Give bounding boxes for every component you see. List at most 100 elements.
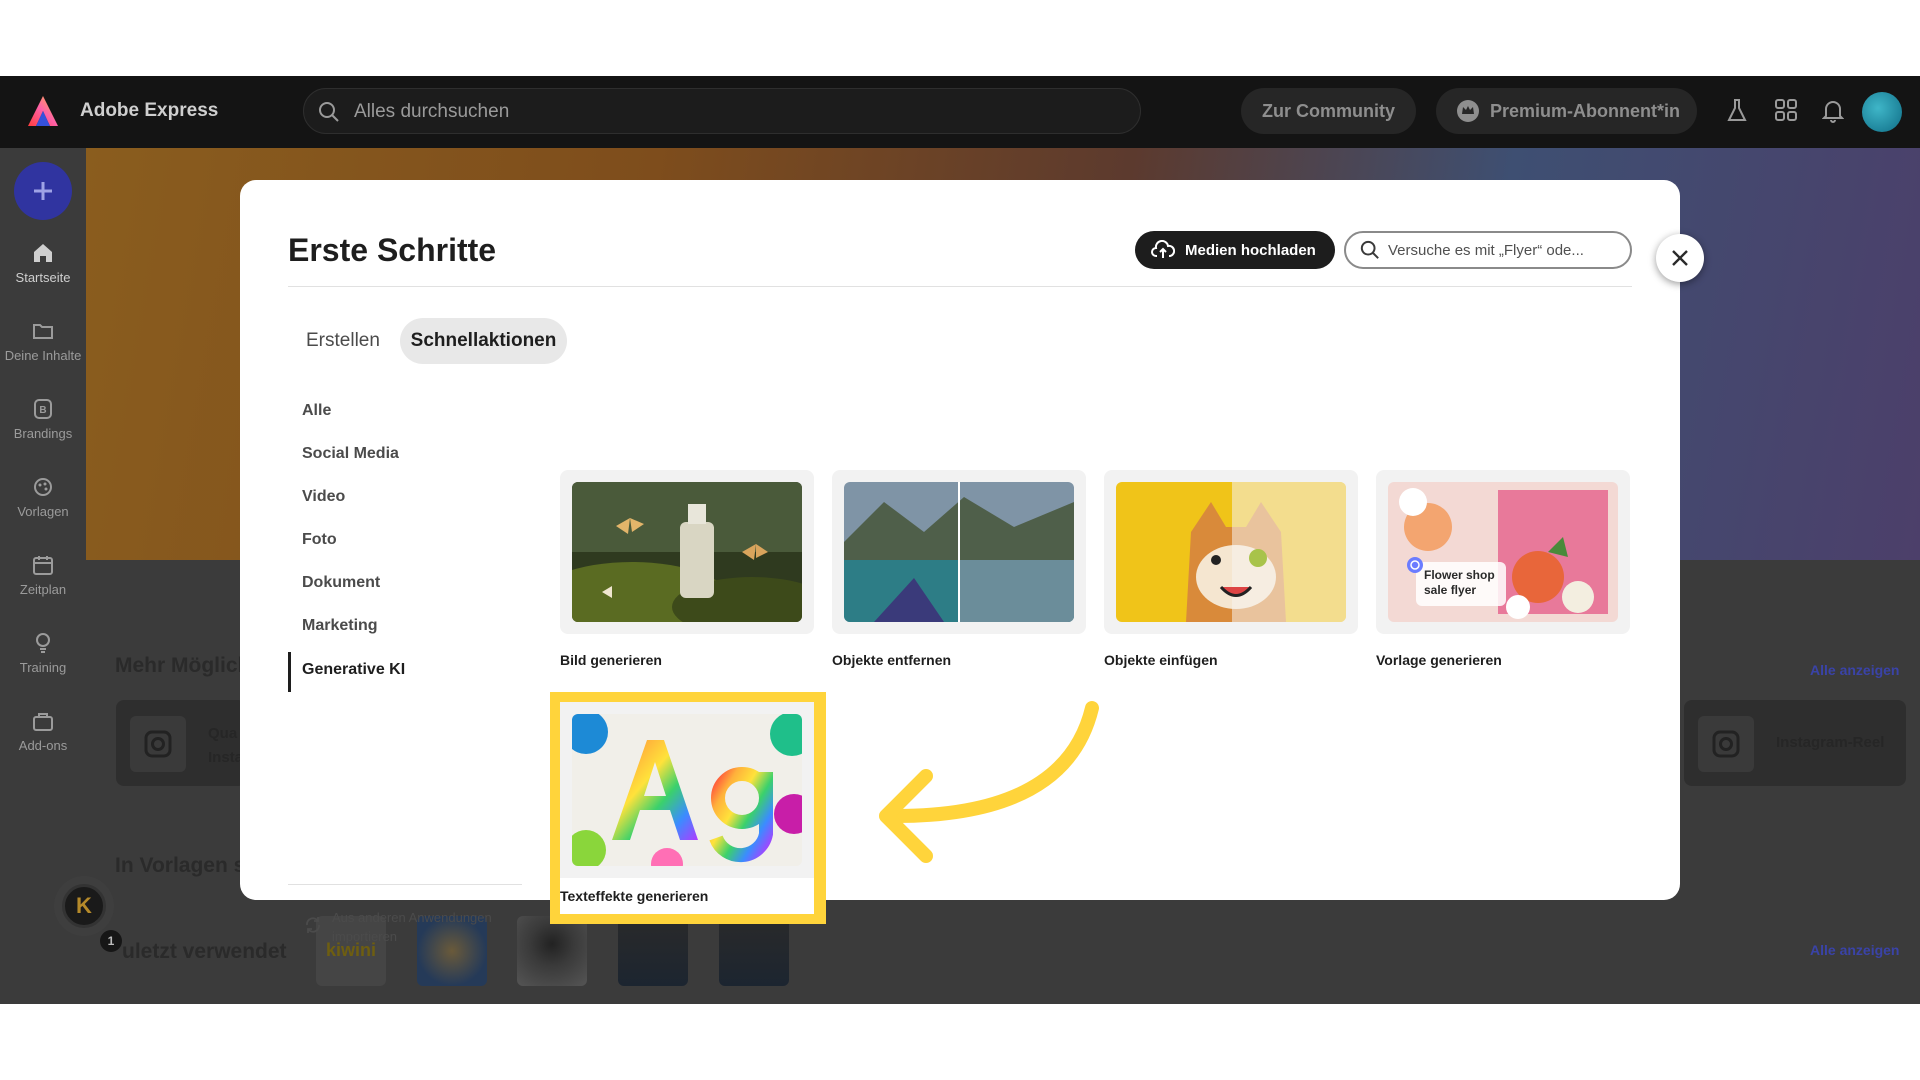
card-label: Objekte einfügen: [1104, 652, 1218, 668]
instagram-icon: [1698, 716, 1754, 772]
templates-icon: [34, 478, 52, 496]
import-sync-icon: [306, 917, 320, 933]
adobe-logo-icon[interactable]: [26, 94, 60, 128]
card-objekte-entfernen[interactable]: [832, 470, 1086, 634]
alle-anzeigen-link-2[interactable]: Alle anzeigen: [1810, 942, 1899, 958]
sidebar-item-label: Vorlagen: [17, 504, 69, 519]
import-from-apps-link[interactable]: Aus anderen Anwendungen importieren: [304, 908, 532, 946]
highlight-frame: Texteffekte generieren: [550, 692, 826, 924]
card-image-lake: [844, 482, 1074, 622]
svg-text:B: B: [39, 405, 46, 416]
folder-icon: [33, 324, 53, 339]
card-image-shiba: [1116, 482, 1346, 622]
plus-icon: [34, 182, 52, 200]
category-marketing[interactable]: Marketing: [302, 617, 378, 635]
card-image-flower-flyer: Flower shop sale flyer: [1388, 482, 1618, 622]
sidebar-item-label: Add-ons: [18, 738, 68, 753]
sidebar-item-startseite[interactable]: Startseite: [0, 242, 86, 285]
sidebar-item-label: Training: [19, 660, 67, 675]
card-image-bg: [560, 702, 814, 878]
card-image-text-effects: [572, 714, 802, 866]
search-placeholder: Alles durchsuchen: [354, 101, 510, 122]
section-title-recent: uletzt verwendet: [122, 940, 287, 963]
global-search-input[interactable]: Alles durchsuchen: [303, 88, 1141, 134]
brand-icon: B: [34, 399, 52, 419]
quick-card-square-instagram[interactable]: Qua Insta: [116, 700, 246, 786]
sidebar-item-add-ons[interactable]: Add-ons: [0, 710, 86, 753]
lightbulb-icon: [36, 633, 50, 653]
dialog-title: Erste Schritte: [288, 232, 497, 268]
recent-thumb-5[interactable]: [719, 916, 789, 986]
sidebar-item-deine-inhalte[interactable]: Deine Inhalte: [0, 320, 86, 363]
floating-avatar[interactable]: K: [62, 884, 106, 928]
card-objekte-einfuegen[interactable]: [1104, 470, 1358, 634]
sidebar-item-vorlagen[interactable]: Vorlagen: [0, 476, 86, 519]
card-label: Objekte entfernen: [832, 652, 952, 668]
quick-card-line1: Qua: [208, 725, 238, 742]
card-label: Texteffekte generieren: [560, 888, 709, 904]
import-label: Aus anderen Anwendungen importieren: [332, 910, 492, 944]
active-category-indicator: [288, 652, 291, 692]
tab-erstellen[interactable]: Erstellen: [306, 318, 380, 364]
close-dialog-button[interactable]: [1656, 234, 1704, 282]
create-new-button[interactable]: [14, 162, 72, 220]
cloud-upload-icon: [1151, 240, 1175, 258]
labs-flask-icon[interactable]: [1726, 98, 1748, 124]
home-icon: [34, 244, 52, 262]
alle-anzeigen-link-1[interactable]: Alle anzeigen: [1810, 662, 1899, 678]
category-video[interactable]: Video: [302, 488, 345, 506]
search-icon: [319, 102, 339, 122]
category-generative-ki[interactable]: Generative KI: [302, 661, 405, 679]
card-texteffekte-generieren[interactable]: Texteffekte generieren: [560, 702, 814, 914]
section-title-more: Mehr Möglich: [115, 654, 251, 677]
section-title-templates: In Vorlagen su: [115, 854, 259, 877]
sidebar-item-label: Deine Inhalte: [4, 348, 82, 363]
user-avatar[interactable]: [1862, 92, 1902, 132]
community-button[interactable]: Zur Community: [1241, 88, 1416, 134]
recent-thumb-4[interactable]: [618, 916, 688, 986]
adobe-express-app: Adobe Express Alles durchsuchen Zur Comm…: [0, 76, 1920, 1004]
top-bar: Adobe Express Alles durchsuchen Zur Comm…: [0, 76, 1920, 148]
sidebar-item-label: Startseite: [15, 270, 71, 285]
premium-crown-icon: [1457, 100, 1479, 122]
card-label: Vorlage generieren: [1376, 652, 1502, 668]
sidebar-item-training[interactable]: Training: [0, 632, 86, 675]
category-dokument[interactable]: Dokument: [302, 574, 380, 592]
instagram-reel-label: Instagram-Reel: [1776, 734, 1885, 751]
sidebar-item-label: Zeitplan: [19, 582, 67, 597]
card-bild-generieren[interactable]: [560, 470, 814, 634]
card-vorlage-generieren[interactable]: Flower shop sale flyer: [1376, 470, 1630, 634]
quick-card-instagram-reel[interactable]: Instagram-Reel: [1684, 700, 1906, 786]
notifications-bell-icon[interactable]: [1822, 98, 1844, 124]
instagram-icon: [130, 716, 186, 772]
sidebar-item-zeitplan[interactable]: Zeitplan: [0, 554, 86, 597]
premium-label: Premium-Abonnent*in: [1490, 100, 1681, 121]
header-divider: [288, 286, 1632, 287]
close-icon: [1672, 250, 1688, 266]
quick-card-line2: Insta: [208, 749, 244, 766]
avatar-letter: K: [76, 893, 92, 918]
search-icon: [1360, 240, 1379, 259]
dialog-search-input[interactable]: Versuche es mit „Flyer“ ode...: [1344, 231, 1632, 269]
category-foto[interactable]: Foto: [302, 531, 337, 549]
calendar-icon: [33, 556, 53, 575]
category-divider: [288, 884, 522, 885]
ai-sparkle-icon: [1407, 557, 1423, 573]
left-sidebar: Startseite Deine Inhalte B Brandings Vor…: [0, 148, 86, 1004]
addons-icon: [33, 713, 53, 731]
brand-name: Adobe Express: [80, 100, 219, 121]
category-alle[interactable]: Alle: [302, 402, 331, 420]
card-image-serum-forest: [572, 482, 802, 622]
upload-media-button[interactable]: Medien hochladen: [1135, 231, 1335, 269]
category-social-media[interactable]: Social Media: [302, 445, 399, 463]
upload-label: Medien hochladen: [1185, 241, 1316, 259]
premium-button[interactable]: Premium-Abonnent*in: [1436, 88, 1697, 134]
sidebar-item-label: Brandings: [13, 426, 73, 441]
sidebar-item-brandings[interactable]: B Brandings: [0, 398, 86, 441]
apps-grid-icon[interactable]: [1774, 98, 1798, 122]
pointing-arrow-icon: [879, 701, 1099, 863]
tab-schnellaktionen[interactable]: Schnellaktionen: [400, 318, 567, 364]
notification-badge: 1: [100, 930, 122, 952]
dialog-search-placeholder: Versuche es mit „Flyer“ ode...: [1388, 241, 1584, 259]
flyer-prompt-text: Flower shop sale flyer: [1424, 568, 1495, 597]
